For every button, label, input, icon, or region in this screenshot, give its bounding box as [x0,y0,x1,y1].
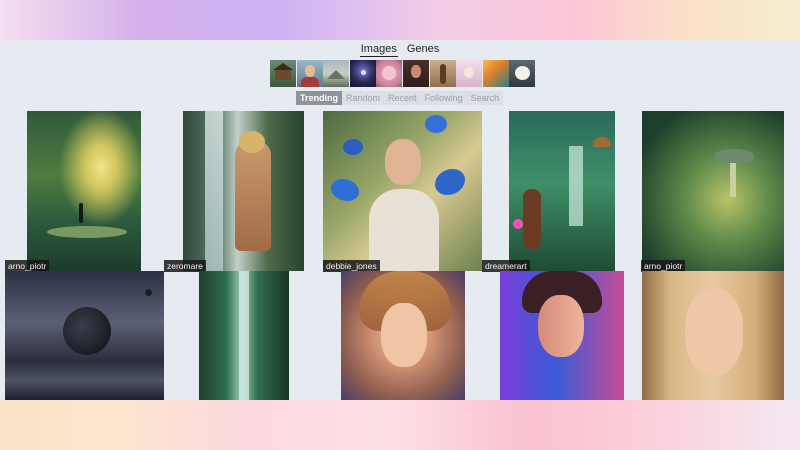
hut-roof-icon [273,63,293,70]
gene-landscape-thumbnail[interactable] [323,60,350,87]
gallery-image-butterfly-woman[interactable] [323,111,482,271]
face-icon [410,65,421,78]
gene-pink-character-thumbnail[interactable] [376,60,403,87]
gallery-image-mushroom-forest[interactable] [642,111,784,271]
gene-anime-girl-thumbnail[interactable] [456,60,483,87]
woman-figure [523,189,541,249]
face-icon [464,67,475,78]
woman-face [385,139,421,185]
tab-recent[interactable]: Recent [384,91,421,105]
dog-icon [515,66,531,80]
bottom-gradient-band [0,400,800,450]
gene-warrior-thumbnail[interactable] [429,60,456,87]
butterfly-icon [425,115,447,133]
top-gradient-band [0,0,800,40]
woman-body [369,189,439,271]
tab-following[interactable]: Following [421,91,467,105]
tab-random[interactable]: Random [342,91,384,105]
butterfly-icon [435,169,465,195]
gallery-image-waterfall-woman[interactable] [183,111,304,271]
spark-icon [360,70,366,75]
gallery-page: Images Genes Trending Random Recent Foll… [0,40,800,400]
gallery-image-jungle-figure[interactable] [27,111,141,271]
gallery-image-jungle-treehouse[interactable] [509,111,615,271]
gallery-image-redhead-portrait[interactable] [341,271,465,400]
gene-hut-thumbnail[interactable] [270,60,296,87]
gene-cosmic-figure-thumbnail[interactable] [349,60,376,87]
figure-icon [439,64,446,84]
gene-white-dog-thumbnail[interactable] [509,60,536,87]
gene-dark-portrait-thumbnail[interactable] [402,60,429,87]
flower-icon [513,219,523,229]
figure-silhouette-icon [79,203,83,223]
genes-strip [270,60,536,87]
waterfall-stream [205,111,223,271]
gene-city-painting-thumbnail[interactable] [482,60,509,87]
woman-figure [235,141,271,251]
feed-tabs: Trending Random Recent Following Search [296,91,504,105]
nav-genes-link[interactable]: Genes [406,42,440,56]
planet-icon [63,307,111,355]
gallery-image-dark-planet[interactable] [5,271,164,400]
round-face-icon [382,66,397,80]
water-reflection [47,226,127,238]
gene-woman-portrait-thumbnail[interactable] [296,60,323,87]
face-icon [685,289,743,375]
waterfall-stream [239,271,249,400]
mushroom-stem-icon [730,163,736,197]
nav-images-link[interactable]: Images [359,42,398,57]
face-icon [538,295,584,357]
gallery-image-young-man-portrait[interactable] [500,271,624,400]
shoulders-icon [300,77,319,87]
waterfall-stream [569,146,583,226]
butterfly-icon [343,139,363,155]
hut-icon [593,137,611,147]
small-moon-icon [145,289,152,296]
face-icon [304,65,315,77]
mushroom-cap-icon [714,149,754,163]
tab-trending[interactable]: Trending [296,91,342,105]
tab-search[interactable]: Search [467,91,504,105]
mountain-icon [327,70,346,79]
gallery-image-jungle-waterfall[interactable] [199,271,289,400]
face-icon [381,303,427,367]
top-nav: Images Genes [0,40,800,58]
hair-icon [239,131,265,153]
butterfly-icon [331,179,359,201]
gallery-image-blonde-portrait[interactable] [642,271,784,400]
